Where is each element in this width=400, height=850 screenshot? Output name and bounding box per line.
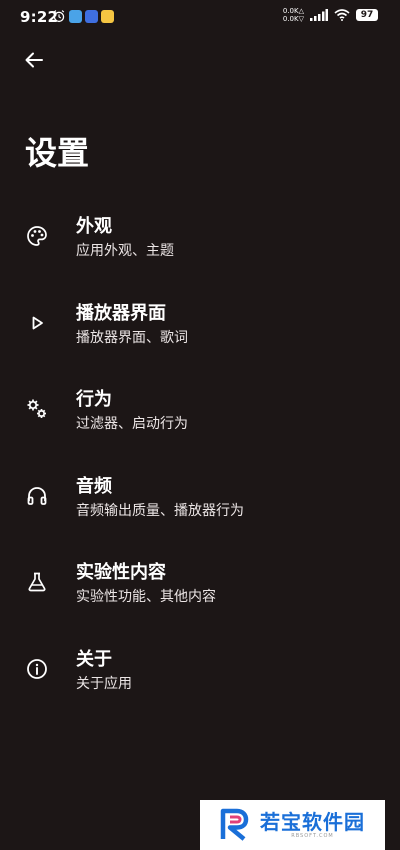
play-icon bbox=[32, 316, 43, 329]
alarm-icon bbox=[53, 10, 65, 23]
flask-icon bbox=[28, 572, 46, 592]
wifi-icon bbox=[334, 9, 350, 21]
menu-item-experimental[interactable]: 实验性内容 实验性功能、其他内容 bbox=[0, 538, 400, 625]
gears-icon bbox=[27, 399, 46, 418]
battery-indicator: 97 bbox=[356, 9, 378, 21]
menu-item-about[interactable]: 关于 关于应用 bbox=[0, 625, 400, 712]
menu-item-subtitle: 应用外观、主题 bbox=[76, 243, 174, 259]
network-speed: 0.0K△ 0.0K▽ bbox=[282, 7, 304, 23]
status-right-group: 0.0K△ 0.0K▽ 97 bbox=[283, 7, 378, 23]
signal-icon bbox=[310, 9, 328, 21]
menu-item-subtitle: 播放器界面、歌词 bbox=[76, 329, 188, 346]
status-notification-icons bbox=[52, 9, 114, 23]
calendar-app-icon bbox=[85, 9, 98, 23]
arrow-left-icon bbox=[25, 52, 43, 68]
menu-item-title: 音频 bbox=[76, 475, 112, 497]
watermark: 若宝软件园 RBSOFT.COM bbox=[200, 800, 385, 850]
watermark-logo-icon bbox=[220, 808, 249, 841]
menu-item-subtitle: 关于应用 bbox=[76, 675, 132, 692]
status-bar: 9:22 0.0K△ 0.0K▽ 97 bbox=[0, 0, 400, 34]
palette-icon bbox=[27, 226, 47, 246]
menu-item-audio[interactable]: 音频 音频输出质量、播放器行为 bbox=[0, 452, 400, 539]
menu-item-player-ui[interactable]: 播放器界面 播放器界面、歌词 bbox=[0, 279, 400, 366]
mail-app-icon bbox=[101, 9, 114, 23]
settings-menu: 外观 应用外观、主题 播放器界面 播放器界面、歌词 行为 过滤器、启动行为 音频… bbox=[0, 192, 400, 711]
menu-item-title: 播放器界面 bbox=[76, 302, 166, 324]
info-icon bbox=[27, 658, 47, 679]
menu-item-behavior[interactable]: 行为 过滤器、启动行为 bbox=[0, 365, 400, 452]
watermark-subtitle: RBSOFT.COM bbox=[291, 833, 334, 839]
page-title: 设置 bbox=[25, 134, 90, 172]
menu-item-title: 外观 bbox=[76, 216, 112, 237]
menu-item-title: 实验性内容 bbox=[76, 562, 166, 583]
watermark-text: 若宝软件园 RBSOFT.COM bbox=[260, 811, 365, 839]
headphones-icon bbox=[27, 486, 47, 505]
menu-item-appearance[interactable]: 外观 应用外观、主题 bbox=[0, 192, 400, 279]
watermark-title: 若宝软件园 bbox=[260, 810, 365, 834]
menu-item-subtitle: 过滤器、启动行为 bbox=[76, 416, 188, 432]
menu-item-title: 行为 bbox=[76, 389, 112, 410]
back-button[interactable] bbox=[22, 48, 46, 72]
menu-item-subtitle: 音频输出质量、播放器行为 bbox=[76, 502, 244, 519]
menu-item-title: 关于 bbox=[76, 648, 112, 670]
app-notification-icon bbox=[69, 9, 82, 23]
menu-item-subtitle: 实验性功能、其他内容 bbox=[76, 589, 216, 605]
